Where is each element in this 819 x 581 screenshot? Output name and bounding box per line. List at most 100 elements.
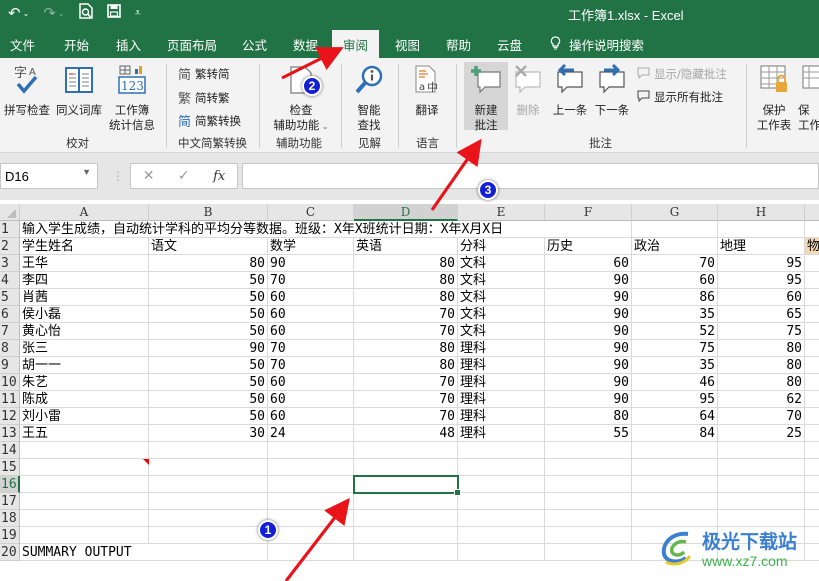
cell-e16[interactable] — [458, 476, 545, 493]
cell-c4[interactable]: 70 — [268, 272, 354, 289]
cell-e3[interactable]: 文科 — [458, 255, 545, 272]
cell-b14[interactable] — [149, 442, 268, 459]
formula-input[interactable] — [242, 163, 819, 189]
cell-a20[interactable]: SUMMARY OUTPUT — [20, 544, 149, 561]
column-header-h[interactable]: H — [718, 204, 805, 221]
cell-f5[interactable]: 90 — [545, 289, 632, 306]
cell-h5[interactable]: 60 — [718, 289, 805, 306]
cancel-icon[interactable]: ✕ — [143, 168, 155, 184]
cell-d9[interactable]: 80 — [354, 357, 458, 374]
cell-c14[interactable] — [268, 442, 354, 459]
cell-b4[interactable]: 50 — [149, 272, 268, 289]
check-accessibility-button[interactable]: 检查 辅助功能 ⌄ — [266, 64, 336, 134]
cell-i8[interactable] — [805, 340, 819, 357]
tab-help[interactable]: 帮助 — [446, 35, 471, 54]
cell-i16[interactable] — [805, 476, 819, 493]
name-box-dropdown-icon[interactable]: ▼ — [82, 167, 91, 177]
cell-h11[interactable]: 62 — [718, 391, 805, 408]
cell-f3[interactable]: 60 — [545, 255, 632, 272]
cell-a13[interactable]: 王五 — [20, 425, 149, 442]
cell-b2[interactable]: 语文 — [149, 238, 268, 255]
cell-g5[interactable]: 86 — [632, 289, 718, 306]
cell-a12[interactable]: 刘小雷 — [20, 408, 149, 425]
cell-h1[interactable] — [718, 221, 805, 238]
column-header-b[interactable]: B — [149, 204, 268, 221]
cell-a10[interactable]: 朱艺 — [20, 374, 149, 391]
cell-f17[interactable] — [545, 493, 632, 510]
redo-icon[interactable]: ↷ — [43, 4, 56, 22]
cell-g1[interactable] — [632, 221, 718, 238]
cell-a9[interactable]: 胡一一 — [20, 357, 149, 374]
redo-dropdown-icon[interactable]: ⌄ — [58, 9, 65, 18]
cell-c7[interactable]: 60 — [268, 323, 354, 340]
cell-d11[interactable]: 70 — [354, 391, 458, 408]
previous-comment-button[interactable]: 上一条 — [550, 63, 590, 118]
tab-formulas[interactable]: 公式 — [242, 35, 267, 54]
cell-c15[interactable] — [268, 459, 354, 476]
cell-c11[interactable]: 60 — [268, 391, 354, 408]
row-header-12[interactable]: 12 — [0, 408, 20, 425]
cell-f4[interactable]: 90 — [545, 272, 632, 289]
cell-g11[interactable]: 95 — [632, 391, 718, 408]
cell-a17[interactable] — [20, 493, 149, 510]
cell-e4[interactable]: 文科 — [458, 272, 545, 289]
cell-i15[interactable] — [805, 459, 819, 476]
cell-e7[interactable]: 文科 — [458, 323, 545, 340]
tab-insert[interactable]: 插入 — [116, 35, 141, 54]
cell-h7[interactable]: 75 — [718, 323, 805, 340]
cell-b19[interactable] — [149, 527, 268, 544]
new-comment-button[interactable]: 新建 批注 — [464, 62, 508, 132]
translate-button[interactable]: a中 翻译 — [406, 64, 448, 118]
undo-icon[interactable]: ↶ — [8, 4, 21, 22]
next-comment-button[interactable]: 下一条 — [592, 63, 632, 118]
row-header-2[interactable]: 2 — [0, 238, 20, 255]
cell-f11[interactable]: 90 — [545, 391, 632, 408]
tab-file[interactable]: 文件 — [10, 35, 35, 54]
cell-a4[interactable]: 李四 — [20, 272, 149, 289]
protect-workbook-button[interactable]: 保 工作 — [798, 64, 819, 133]
row-header-5[interactable]: 5 — [0, 289, 20, 306]
cell-c16[interactable] — [268, 476, 354, 493]
cell-h10[interactable]: 80 — [718, 374, 805, 391]
cell-c20[interactable] — [268, 544, 354, 561]
row-header-8[interactable]: 8 — [0, 340, 20, 357]
cell-b13[interactable]: 30 — [149, 425, 268, 442]
cell-g3[interactable]: 70 — [632, 255, 718, 272]
protect-sheet-button[interactable]: 保护 工作表 — [754, 64, 794, 133]
cell-i12[interactable] — [805, 408, 819, 425]
cell-e11[interactable]: 理科 — [458, 391, 545, 408]
cell-b6[interactable]: 50 — [149, 306, 268, 323]
cell-i11[interactable] — [805, 391, 819, 408]
cell-b3[interactable]: 80 — [149, 255, 268, 272]
cell-e14[interactable] — [458, 442, 545, 459]
row-header-20[interactable]: 20 — [0, 544, 20, 561]
workbook-statistics-button[interactable]: 123 工作簿 统计信息 — [106, 64, 158, 133]
cell-h17[interactable] — [718, 493, 805, 510]
cell-d20[interactable] — [354, 544, 458, 561]
select-all-button[interactable] — [0, 204, 20, 221]
row-header-10[interactable]: 10 — [0, 374, 20, 391]
cell-e15[interactable] — [458, 459, 545, 476]
cell-d19[interactable] — [354, 527, 458, 544]
cell-i2[interactable]: 物 — [805, 238, 819, 255]
cell-e12[interactable]: 理科 — [458, 408, 545, 425]
cell-d14[interactable] — [354, 442, 458, 459]
cell-i14[interactable] — [805, 442, 819, 459]
cell-d3[interactable]: 80 — [354, 255, 458, 272]
cell-g2[interactable]: 政治 — [632, 238, 718, 255]
cell-f1[interactable] — [545, 221, 632, 238]
row-header-3[interactable]: 3 — [0, 255, 20, 272]
row-header-6[interactable]: 6 — [0, 306, 20, 323]
tab-home[interactable]: 开始 — [64, 35, 89, 54]
cell-h15[interactable] — [718, 459, 805, 476]
cell-e17[interactable] — [458, 493, 545, 510]
row-header-16[interactable]: 16 — [0, 476, 20, 493]
cell-e2[interactable]: 分科 — [458, 238, 545, 255]
tab-review[interactable]: 审阅 — [332, 30, 380, 58]
cell-h6[interactable]: 65 — [718, 306, 805, 323]
spell-check-button[interactable]: 字A 拼写检查 — [2, 64, 52, 118]
column-header-f[interactable]: F — [545, 204, 632, 221]
row-header-14[interactable]: 14 — [0, 442, 20, 459]
cell-c12[interactable]: 60 — [268, 408, 354, 425]
cell-i9[interactable] — [805, 357, 819, 374]
